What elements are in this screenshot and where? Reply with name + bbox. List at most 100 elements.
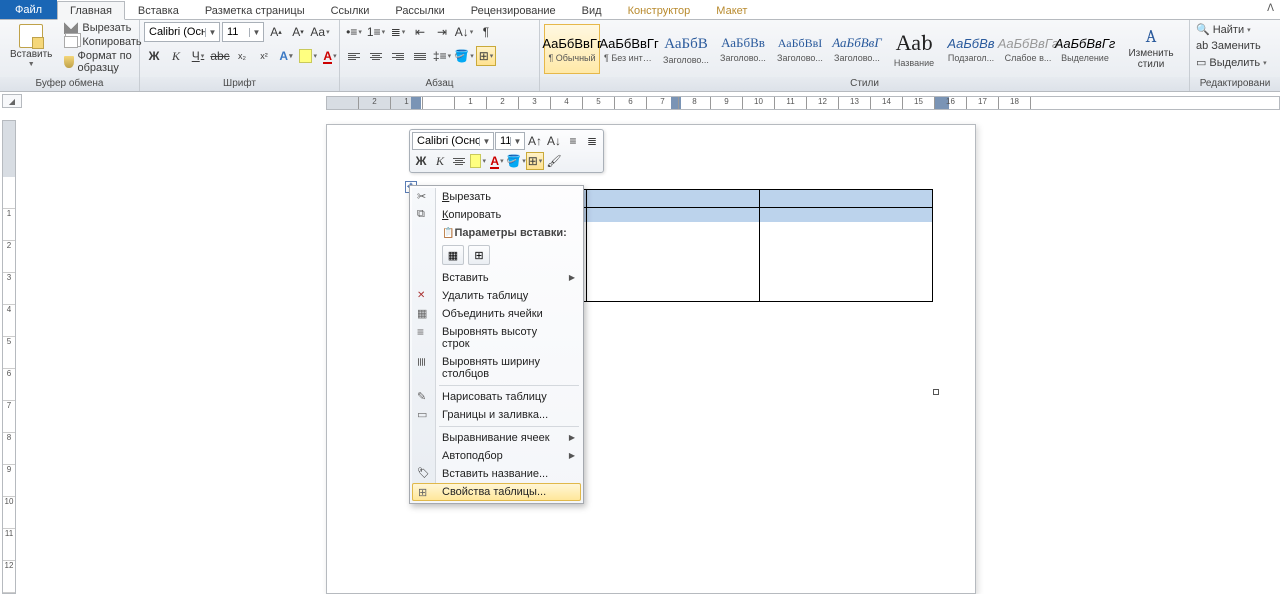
font-name-combo[interactable]: Calibri (Осно▼ [144, 22, 220, 42]
align-left-button[interactable] [344, 46, 364, 66]
shrink-font-button[interactable]: A▾ [288, 22, 308, 42]
mini-row-eq[interactable]: ≡ [564, 132, 582, 150]
line-spacing-button[interactable]: ‡≡ [432, 46, 452, 66]
decrease-indent-button[interactable]: ⇤ [410, 22, 430, 42]
style-item[interactable]: АаБбВвГгВыделение [1057, 24, 1113, 74]
tab-references[interactable]: Ссылки [318, 1, 383, 19]
ctx-borders-shading[interactable]: Границы и заливка... [412, 406, 581, 424]
style-item[interactable]: АаБбВвПодзагол... [943, 24, 999, 74]
style-item[interactable]: АаБбВЗаголово... [658, 24, 714, 74]
tab-table-design[interactable]: Конструктор [615, 1, 704, 19]
align-justify-button[interactable] [410, 46, 430, 66]
mini-font-combo[interactable]: Calibri (Основ▼ [412, 132, 494, 150]
highlight-button[interactable] [298, 46, 318, 66]
paste-opt-merge[interactable]: ⊞ [468, 245, 490, 265]
change-styles-button[interactable]: A Изменить стили [1117, 22, 1185, 77]
ctx-insert-caption[interactable]: Вставить название... [412, 465, 581, 483]
row-height-icon [417, 325, 433, 339]
tab-review[interactable]: Рецензирование [458, 1, 569, 19]
ctx-distribute-cols[interactable]: Выровнять ширину столбцов [412, 353, 581, 383]
mini-grow-font[interactable]: A↑ [526, 132, 544, 150]
mini-italic[interactable]: К [431, 152, 449, 170]
chevron-down-icon: ▼ [249, 28, 263, 37]
shading-button[interactable]: 🪣 [454, 46, 474, 66]
ruler-corner[interactable]: ◢ [2, 94, 22, 108]
subscript-button[interactable]: x₂ [232, 46, 252, 66]
font-size-combo[interactable]: 11▼ [222, 22, 264, 42]
mini-shrink-font[interactable]: A↓ [545, 132, 563, 150]
style-item[interactable]: АаbНазвание [886, 24, 942, 74]
ctx-delete-table[interactable]: Удалить таблицу [412, 287, 581, 305]
superscript-button[interactable]: x² [254, 46, 274, 66]
increase-indent-button[interactable]: ⇥ [432, 22, 452, 42]
mini-align[interactable] [450, 152, 468, 170]
text-effects-button[interactable]: A [276, 46, 296, 66]
ctx-insert[interactable]: Вставить▶ [412, 269, 581, 287]
ctx-draw-table[interactable]: Нарисовать таблицу [412, 388, 581, 406]
collapse-ribbon-icon[interactable]: ᐱ [1267, 3, 1274, 14]
select-button[interactable]: ▭Выделить▾ [1194, 55, 1269, 70]
ctx-distribute-rows[interactable]: Выровнять высоту строк [412, 323, 581, 353]
ctx-cell-alignment[interactable]: Выравнивание ячеек▶ [412, 429, 581, 447]
underline-button[interactable]: Ч [188, 46, 208, 66]
multilevel-button[interactable]: ≣ [388, 22, 408, 42]
mini-bold[interactable]: Ж [412, 152, 430, 170]
vertical-ruler[interactable]: 123456789101112 [2, 120, 16, 594]
style-item[interactable]: АаБбВвГг¶ Без инте... [601, 24, 657, 74]
horizontal-ruler[interactable]: 21 123456789101112131415161718 [326, 96, 1280, 110]
mini-highlight[interactable] [469, 152, 487, 170]
borders-button[interactable]: ⊞ [476, 46, 496, 66]
cut-icon [417, 190, 433, 204]
tab-table-layout[interactable]: Макет [703, 1, 760, 19]
font-color-button[interactable]: A [320, 46, 340, 66]
sort-button[interactable]: A↓ [454, 22, 474, 42]
tab-view[interactable]: Вид [569, 1, 615, 19]
styles-gallery[interactable]: АаБбВвГг¶ ОбычныйАаБбВвГг¶ Без инте...Аа… [544, 22, 1113, 77]
strike-button[interactable]: abc [210, 46, 230, 66]
mini-borders[interactable]: ⊞ [526, 152, 544, 170]
table-resize-handle[interactable] [933, 389, 939, 395]
mini-shading[interactable]: 🪣 [507, 152, 525, 170]
paste-label: Вставить [10, 49, 52, 60]
ctx-merge-cells[interactable]: Объединить ячейки [412, 305, 581, 323]
pencil-icon [417, 390, 433, 404]
copy-button[interactable]: Копировать [62, 36, 143, 48]
italic-button[interactable]: К [166, 46, 186, 66]
style-item[interactable]: АаБбВвГгСлабое в... [1000, 24, 1056, 74]
bold-button[interactable]: Ж [144, 46, 164, 66]
style-item[interactable]: АаБбВвІЗаголово... [772, 24, 828, 74]
tab-insert[interactable]: Вставка [125, 1, 192, 19]
style-item[interactable]: АаБбВвГг¶ Обычный [544, 24, 600, 74]
brush-icon [64, 56, 73, 68]
tab-page-layout[interactable]: Разметка страницы [192, 1, 318, 19]
tab-mailings[interactable]: Рассылки [382, 1, 457, 19]
tab-file[interactable]: Файл [0, 0, 57, 19]
grow-font-button[interactable]: A▴ [266, 22, 286, 42]
paste-button[interactable]: Вставить ▼ [4, 22, 58, 70]
style-item[interactable]: АаБбВвЗаголово... [715, 24, 771, 74]
change-case-button[interactable]: Aa [310, 22, 330, 42]
page[interactable]: ✥ Calibri (Основ▼ 11▼ A↑ A↓ ≡ ≣ Ж К A 🪣 [326, 124, 976, 594]
align-center-button[interactable] [366, 46, 386, 66]
tab-home[interactable]: Главная [57, 1, 125, 20]
ctx-cut[interactable]: Вырезать [412, 188, 581, 206]
replace-button[interactable]: abЗаменить [1194, 39, 1263, 53]
ctx-autofit[interactable]: Автоподбор▶ [412, 447, 581, 465]
ctx-copy[interactable]: Копировать [412, 206, 581, 224]
mini-font-color[interactable]: A [488, 152, 506, 170]
numbering-button[interactable]: 1≡ [366, 22, 386, 42]
mini-format-painter[interactable]: 🖌 [545, 152, 563, 170]
mini-size-combo[interactable]: 11▼ [495, 132, 525, 150]
show-marks-button[interactable]: ¶ [476, 22, 496, 42]
ctx-copy-rest: опировать [448, 209, 501, 221]
cut-button[interactable]: Вырезать [62, 22, 143, 34]
style-item[interactable]: АаБбВвГЗаголово... [829, 24, 885, 74]
bullets-button[interactable]: •≡ [344, 22, 364, 42]
group-font-label: Шрифт [140, 77, 339, 91]
ctx-table-properties[interactable]: Свойства таблицы... [412, 483, 581, 501]
paste-opt-nest[interactable]: ▦ [442, 245, 464, 265]
format-painter-button[interactable]: Формат по образцу [62, 50, 143, 74]
align-right-button[interactable] [388, 46, 408, 66]
find-button[interactable]: 🔍Найти▾ [1194, 22, 1253, 37]
mini-col-eq[interactable]: ≣ [583, 132, 601, 150]
